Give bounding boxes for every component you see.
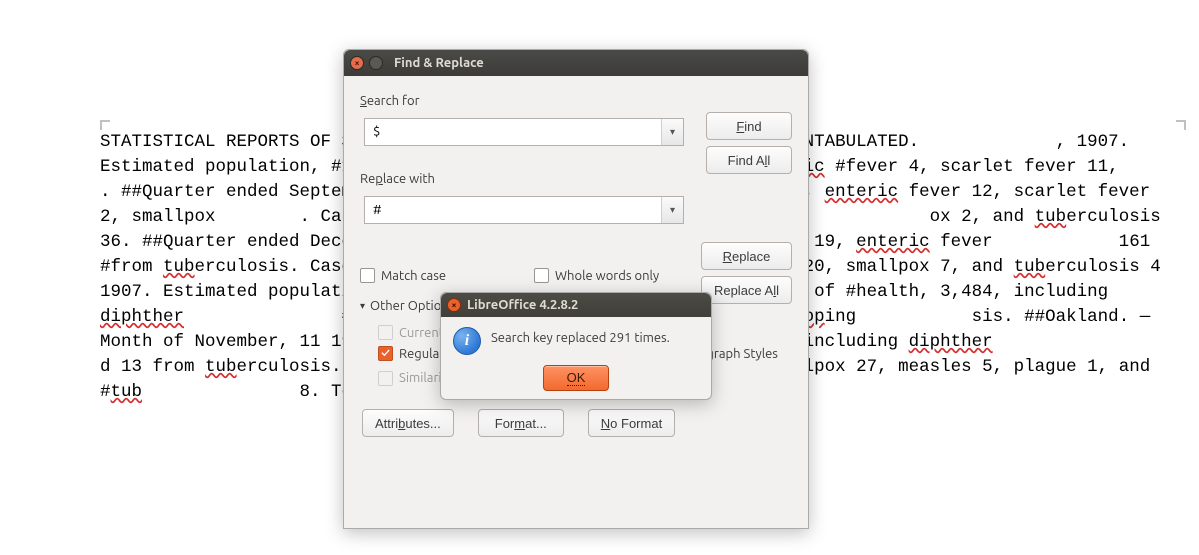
attributes-button[interactable]: Attributes... — [362, 409, 454, 437]
chevron-down-icon: ▾ — [360, 300, 365, 312]
find-replace-dialog: × Find & Replace Search for ▾ Find Find … — [343, 49, 809, 529]
find-replace-title: Find & Replace — [394, 56, 484, 70]
search-dropdown-button[interactable]: ▾ — [661, 119, 683, 145]
margin-marker-right — [1176, 120, 1186, 130]
close-icon[interactable]: × — [350, 56, 364, 70]
close-icon[interactable]: × — [447, 298, 461, 312]
find-replace-titlebar: × Find & Replace — [344, 50, 808, 76]
replace-with-label: Replace with — [360, 172, 792, 186]
minimize-icon[interactable] — [369, 56, 383, 70]
message-text: Search key replaced 291 times. — [491, 327, 670, 345]
replace-button[interactable]: Replace — [701, 242, 792, 270]
format-button[interactable]: Format... — [478, 409, 564, 437]
message-title: LibreOffice 4.2.8.2 — [467, 298, 578, 312]
search-input[interactable] — [365, 125, 661, 139]
message-titlebar: × LibreOffice 4.2.8.2 — [441, 293, 711, 317]
ok-button[interactable]: OK — [543, 365, 609, 391]
message-dialog: × LibreOffice 4.2.8.2 i Search key repla… — [440, 292, 712, 400]
search-for-label: Search for — [360, 94, 792, 108]
margin-marker-left — [100, 120, 110, 130]
replace-combo: ▾ — [364, 196, 684, 224]
replace-dropdown-button[interactable]: ▾ — [661, 197, 683, 223]
replace-all-button[interactable]: Replace All — [701, 276, 792, 304]
find-all-button[interactable]: Find All — [706, 146, 792, 174]
replace-input[interactable] — [365, 203, 661, 217]
find-button[interactable]: Find — [706, 112, 792, 140]
info-icon: i — [453, 327, 481, 355]
search-combo: ▾ — [364, 118, 684, 146]
whole-words-checkbox[interactable]: Whole words only — [534, 268, 659, 283]
match-case-checkbox[interactable]: Match case — [360, 268, 446, 283]
no-format-button[interactable]: No Format — [588, 409, 675, 437]
